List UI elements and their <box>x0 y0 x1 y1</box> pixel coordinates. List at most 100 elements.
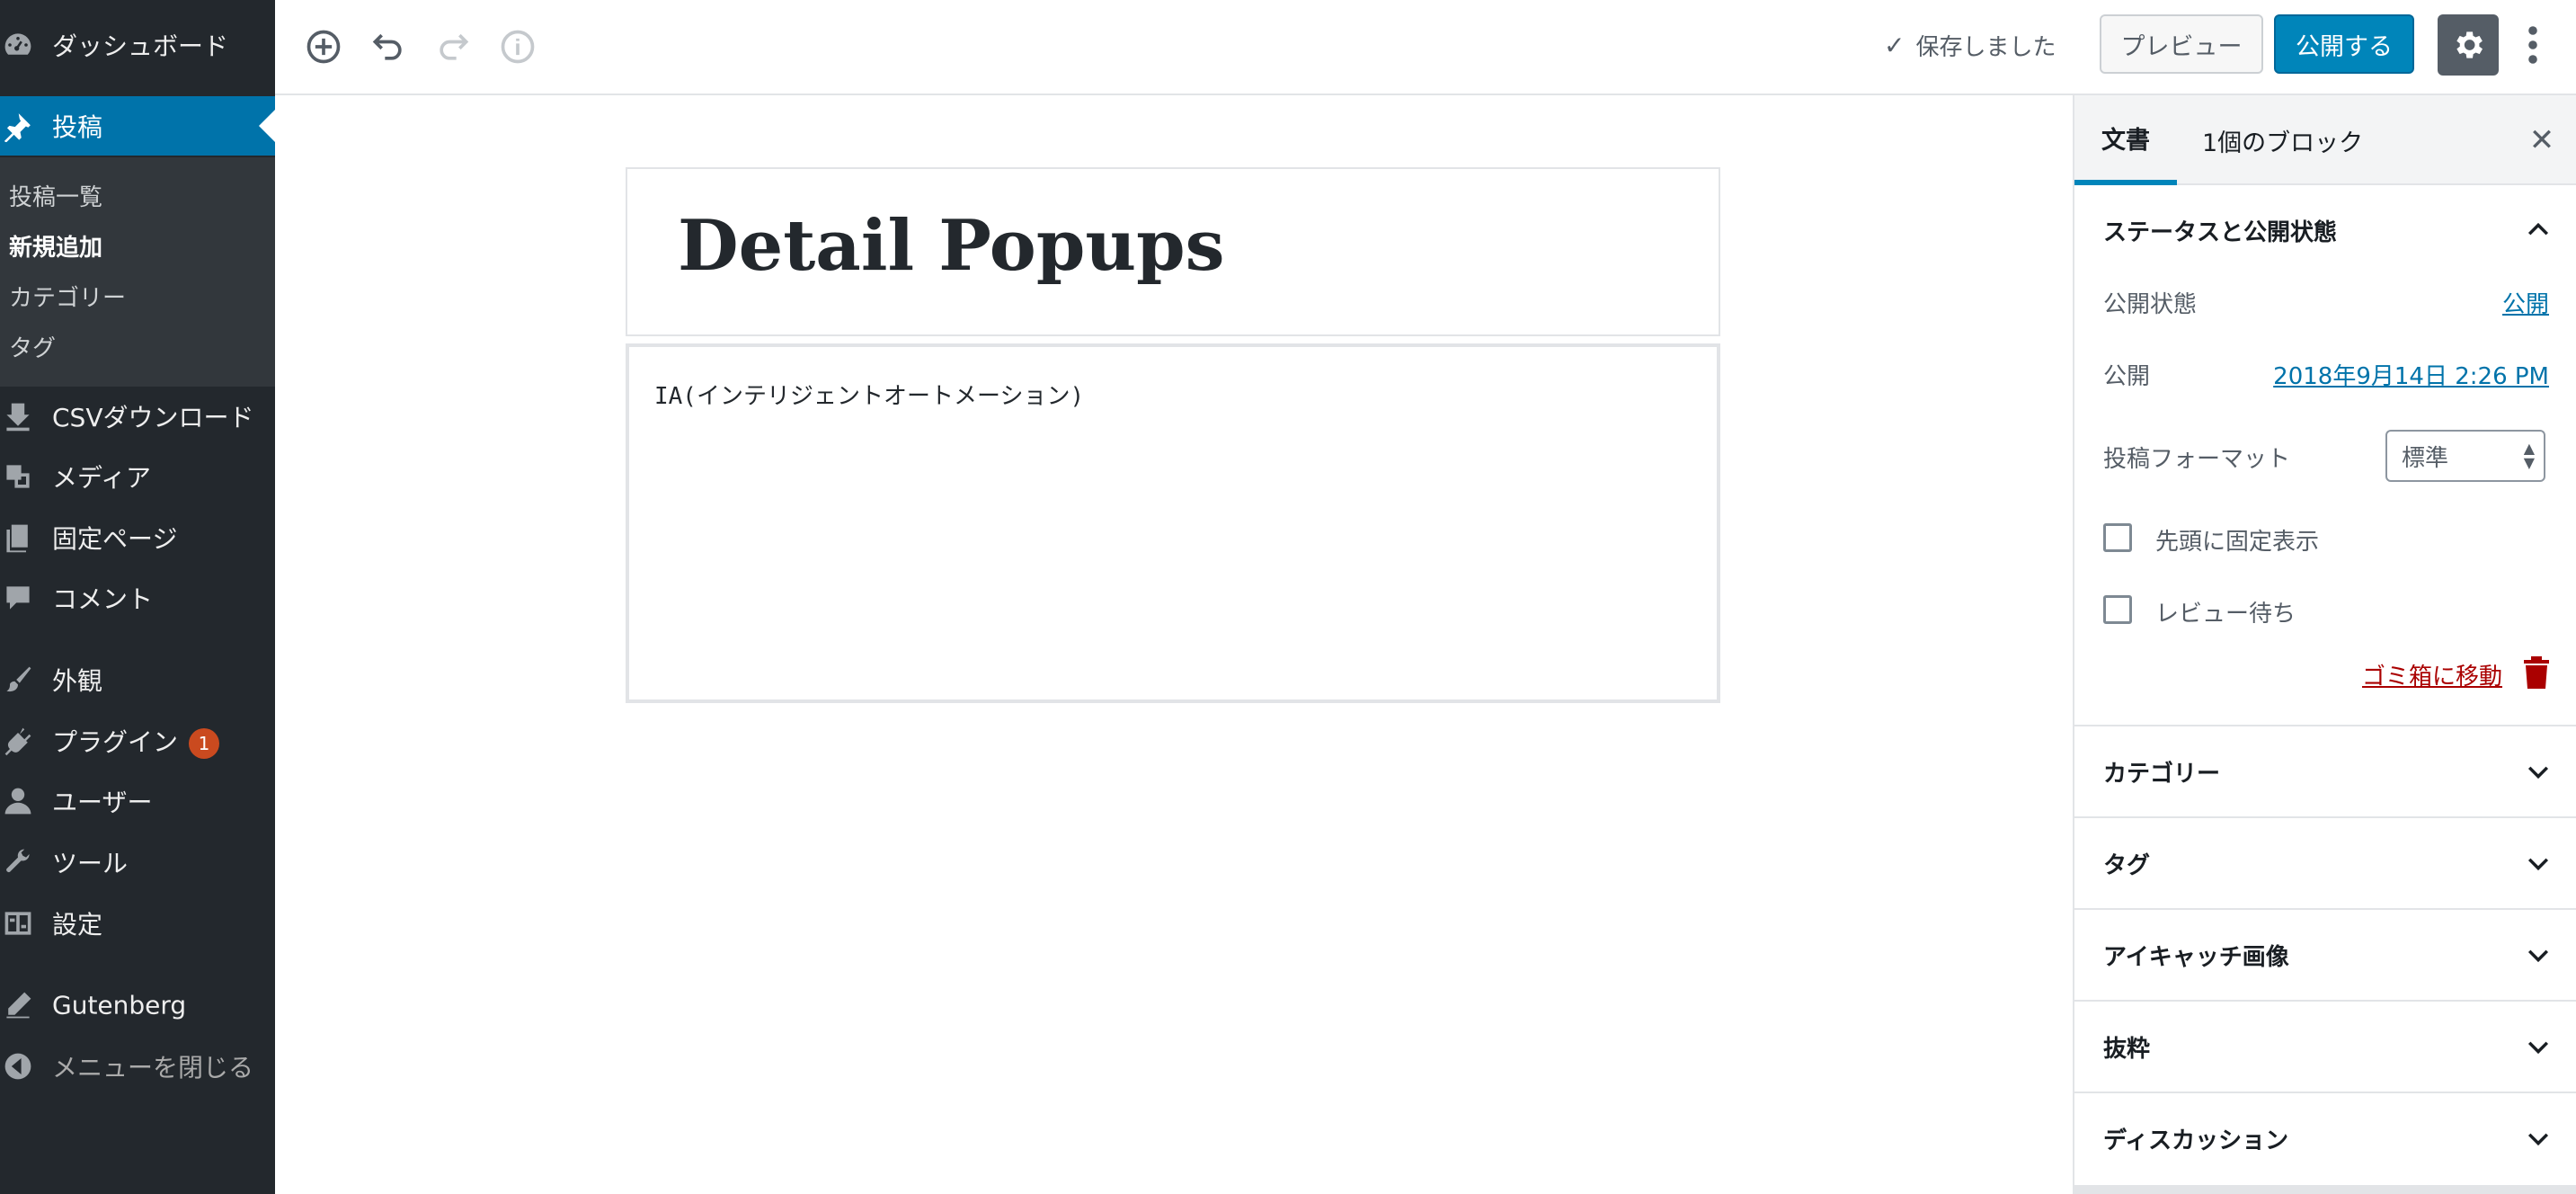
move-to-trash-link[interactable]: ゴミ箱に移動 <box>2362 658 2502 691</box>
user-icon <box>0 783 36 819</box>
menu-media[interactable]: メディア <box>0 447 275 506</box>
chevron-down-icon <box>2527 949 2549 963</box>
post-format-select[interactable]: 標準 ▲ ▼ <box>2385 430 2545 482</box>
download-icon <box>0 398 36 434</box>
posts-submenu: 投稿一覧 新規追加 カテゴリー タグ <box>0 157 275 387</box>
panel-tags[interactable]: タグ <box>2074 818 2576 908</box>
panel-excerpt[interactable]: 抜粋 <box>2074 1002 2576 1092</box>
chevron-down-icon <box>2527 766 2549 780</box>
menu-label: メディア <box>52 463 152 493</box>
sidebar-bottom-edge <box>2074 1185 2576 1194</box>
panel-discussion[interactable]: ディスカッション <box>2074 1093 2576 1183</box>
menu-label: コメント <box>52 584 154 614</box>
menu-label: ダッシュボード <box>52 31 229 61</box>
menu-label: 設定 <box>52 910 103 940</box>
menu-collapse[interactable]: メニューを閉じる <box>0 1037 275 1096</box>
panel-status-visibility[interactable]: ステータスと公開状態 <box>2074 185 2576 275</box>
menu-appearance[interactable]: 外観 <box>0 650 275 709</box>
paragraph-text[interactable]: IA(インテリジェントオートメーション) <box>654 378 1084 411</box>
plugin-icon <box>0 723 36 759</box>
sidebar-tabs: 文書 1個のブロック ✕ <box>2074 95 2576 185</box>
panel-featured-image[interactable]: アイキャッチ画像 <box>2074 910 2576 1000</box>
panel-title: カテゴリー <box>2103 760 2221 788</box>
panel-title: ディスカッション <box>2103 1127 2289 1154</box>
menu-gutenberg[interactable]: Gutenberg <box>0 976 275 1035</box>
tab-block[interactable]: 1個のブロック <box>2202 95 2363 185</box>
more-vertical-icon <box>2528 26 2537 64</box>
pending-review-label: レビュー待ち <box>2155 601 2296 628</box>
settings-icon <box>0 905 36 941</box>
media-icon <box>0 459 36 495</box>
menu-dashboard[interactable]: ダッシュボード <box>0 15 275 75</box>
settings-sidebar: 文書 1個のブロック ✕ ステータスと公開状態 公開状態 公開 公開 2018年… <box>2073 95 2576 1194</box>
select-arrows-icon: ▲ ▼ <box>2523 440 2535 471</box>
checkmark-icon: ✓ <box>1884 30 1905 60</box>
post-format-label: 投稿フォーマット <box>2103 446 2291 473</box>
pencil-icon <box>0 987 36 1023</box>
menu-label: 投稿 <box>52 112 103 142</box>
panel-title: アイキャッチ画像 <box>2103 943 2289 971</box>
collapse-icon <box>0 1048 36 1084</box>
menu-users[interactable]: ユーザー <box>0 771 275 831</box>
editor-toolbar: ✓ 保存しました プレビュー 公開する <box>275 0 2576 95</box>
more-options-button[interactable] <box>2515 14 2551 76</box>
submenu-categories[interactable]: カテゴリー <box>9 280 126 313</box>
paragraph-block[interactable]: IA(インテリジェントオートメーション) <box>626 343 1720 703</box>
chevron-down-icon <box>2527 858 2549 871</box>
menu-label-text: プラグイン <box>52 727 179 757</box>
menu-posts[interactable]: 投稿 <box>0 96 275 156</box>
brush-icon <box>0 662 36 698</box>
menu-plugins[interactable]: プラグイン 1 <box>0 711 275 771</box>
submenu-add-new[interactable]: 新規追加 <box>9 229 102 263</box>
publish-date-label: 公開 <box>2103 363 2151 390</box>
trash-icon[interactable] <box>2522 656 2551 689</box>
pending-review-checkbox[interactable] <box>2103 595 2132 624</box>
menu-label: Gutenberg <box>52 990 187 1020</box>
panel-categories[interactable]: カテゴリー <box>2074 726 2576 816</box>
post-title[interactable]: Detail Popups <box>678 205 1225 287</box>
panel-title: タグ <box>2103 851 2151 879</box>
publish-date-link[interactable]: 2018年9月14日 2:26 PM <box>2273 358 2549 391</box>
menu-label: プラグイン 1 <box>52 723 220 759</box>
menu-tools[interactable]: ツール <box>0 833 275 892</box>
menu-label: メニューを閉じる <box>52 1053 254 1083</box>
panel-title: 抜粋 <box>2103 1035 2151 1063</box>
sticky-checkbox[interactable] <box>2103 523 2132 552</box>
submenu-tags[interactable]: タグ <box>9 330 56 363</box>
chevron-up-icon <box>2527 222 2549 236</box>
info-icon[interactable] <box>491 20 545 74</box>
tab-document[interactable]: 文書 <box>2074 95 2177 185</box>
menu-label: 固定ページ <box>52 524 178 554</box>
post-title-block[interactable]: Detail Popups <box>626 167 1720 336</box>
update-badge: 1 <box>189 728 220 759</box>
wrench-icon <box>0 844 36 880</box>
gear-icon <box>2456 31 2483 58</box>
saved-label: 保存しました <box>1915 33 2056 61</box>
close-icon[interactable]: ✕ <box>2522 120 2562 160</box>
visibility-label: 公開状態 <box>2103 291 2198 318</box>
submenu-all-posts[interactable]: 投稿一覧 <box>9 179 102 212</box>
redo-icon[interactable] <box>426 20 480 74</box>
add-block-icon[interactable] <box>297 20 351 74</box>
admin-menu: ダッシュボード 投稿 投稿一覧 新規追加 カテゴリー タグ CSVダウンロード … <box>0 0 275 1194</box>
menu-comments[interactable]: コメント <box>0 568 275 628</box>
menu-settings[interactable]: 設定 <box>0 894 275 953</box>
comment-icon <box>0 580 36 616</box>
post-format-value: 標準 <box>2402 444 2449 472</box>
menu-pages[interactable]: 固定ページ <box>0 508 275 567</box>
menu-label: ユーザー <box>52 788 153 817</box>
menu-label: CSVダウンロード <box>52 403 254 432</box>
sticky-label: 先頭に固定表示 <box>2155 529 2320 556</box>
chevron-down-icon <box>2527 1041 2549 1055</box>
saved-status: ✓ 保存しました <box>1884 25 2056 65</box>
visibility-link[interactable]: 公開 <box>2502 286 2549 319</box>
dashboard-icon <box>0 27 36 63</box>
menu-csv-download[interactable]: CSVダウンロード <box>0 387 275 446</box>
settings-button[interactable] <box>2438 14 2499 76</box>
chevron-down-icon <box>2527 1133 2549 1146</box>
preview-button[interactable]: プレビュー <box>2100 14 2263 74</box>
publish-button[interactable]: 公開する <box>2274 14 2414 74</box>
menu-label: 外観 <box>52 666 103 696</box>
panel-title: ステータスと公開状態 <box>2103 218 2338 246</box>
undo-icon[interactable] <box>361 20 415 74</box>
